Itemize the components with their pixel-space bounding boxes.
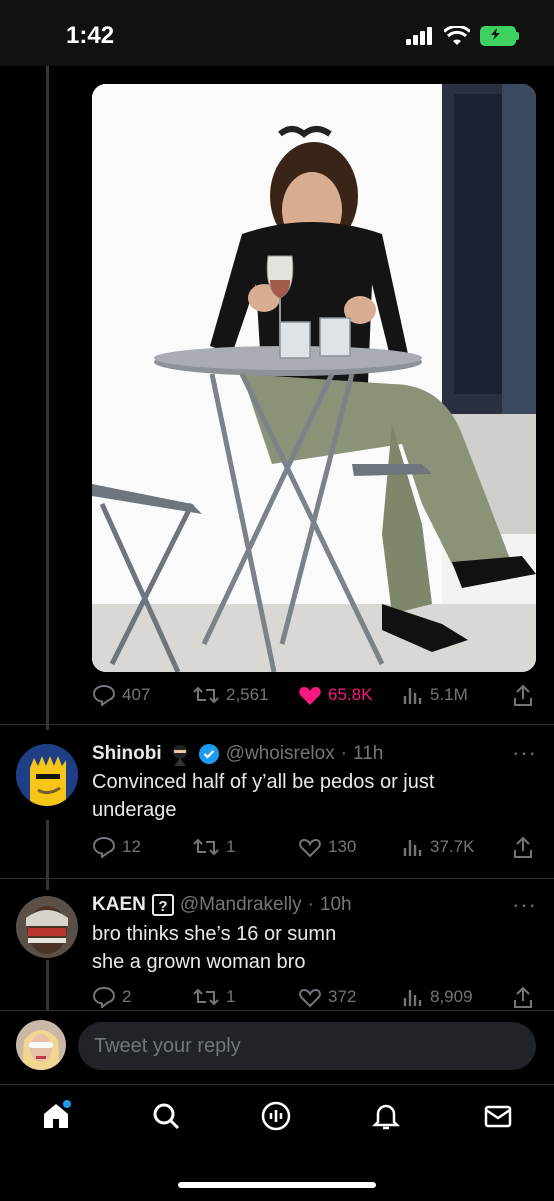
home-indicator xyxy=(178,1182,376,1188)
share-icon xyxy=(514,684,532,706)
tweet-photo[interactable] xyxy=(92,84,536,672)
home-icon xyxy=(44,1100,71,1128)
reply-icon xyxy=(92,986,116,1008)
wifi-icon xyxy=(444,26,470,45)
views-count: 8,909 xyxy=(430,987,473,1006)
cellular-signal-icon xyxy=(406,27,432,45)
reply-count: 407 xyxy=(122,685,151,704)
timestamp[interactable]: 11h xyxy=(353,743,383,765)
views-icon xyxy=(403,840,422,856)
status-time: 1:42 xyxy=(66,22,115,49)
heart-filled-icon xyxy=(299,687,321,705)
author-handle[interactable]: @whoisrelox xyxy=(226,743,335,765)
views-count: 37.7K xyxy=(430,837,475,856)
views-button[interactable]: 8,909 xyxy=(402,986,473,1008)
status-icons xyxy=(406,26,519,46)
retweet-icon xyxy=(193,686,219,704)
reply-header: Shinobi @whoisrelox · 11h xyxy=(92,742,383,766)
reply-text: Convinced half of y’all be pedos or just… xyxy=(92,768,532,824)
reply-button[interactable]: 2 xyxy=(92,986,131,1008)
notifications-icon xyxy=(371,1104,401,1130)
author-name[interactable]: KAEN xyxy=(92,894,146,916)
ninja-emoji-icon xyxy=(172,745,187,766)
avatar-image xyxy=(16,896,78,958)
dot-separator: · xyxy=(340,743,348,764)
like-count: 130 xyxy=(328,837,357,856)
reply-input[interactable]: Tweet your reply xyxy=(78,1022,536,1070)
retweet-count: 1 xyxy=(226,987,236,1006)
tab-messages[interactable] xyxy=(482,1100,514,1137)
reply-text-line: underage xyxy=(92,799,177,821)
messages-icon xyxy=(484,1105,512,1128)
dot-separator: · xyxy=(307,894,314,915)
tab-notifications[interactable] xyxy=(370,1100,402,1137)
tab-search[interactable] xyxy=(150,1100,182,1137)
like-button[interactable]: 65.8K xyxy=(298,684,372,706)
svg-text:?: ? xyxy=(158,898,167,915)
question-box-emoji-icon: ? xyxy=(151,894,174,916)
views-button[interactable]: 5.1M xyxy=(402,684,468,706)
views-button[interactable]: 37.7K xyxy=(402,836,474,858)
reply-text-line: she a grown woman bro xyxy=(92,951,306,973)
share-button[interactable] xyxy=(512,986,534,1010)
avatar[interactable] xyxy=(16,896,78,958)
reply-text: bro thinks she’s 16 or sumn she a grown … xyxy=(92,920,532,976)
divider xyxy=(0,724,554,725)
timestamp[interactable]: 10h xyxy=(320,894,352,916)
reply-count: 12 xyxy=(122,837,141,856)
retweet-button[interactable]: 1 xyxy=(192,836,235,858)
tab-spaces[interactable] xyxy=(260,1100,292,1137)
spaces-icon xyxy=(261,1101,291,1131)
avatar-image xyxy=(16,744,78,806)
verified-badge-icon xyxy=(198,744,219,764)
retweet-count: 1 xyxy=(226,837,236,856)
thread-line xyxy=(46,960,49,1010)
status-bar: 1:42 xyxy=(0,0,554,66)
divider xyxy=(0,878,554,879)
author-handle[interactable]: @Mandrakelly xyxy=(180,894,302,916)
views-count: 5.1M xyxy=(430,685,468,704)
reply-text-line: bro thinks she’s 16 or sumn xyxy=(92,923,337,945)
views-icon xyxy=(403,688,422,704)
share-button[interactable] xyxy=(512,684,534,708)
battery-charging-icon xyxy=(480,26,519,46)
heart-icon xyxy=(299,988,321,1008)
retweet-button[interactable]: 1 xyxy=(192,986,235,1008)
reply-text-line: Convinced half of y’all be pedos or just xyxy=(92,771,435,793)
share-button[interactable] xyxy=(512,836,534,860)
like-count: 372 xyxy=(328,987,357,1006)
search-icon xyxy=(153,1103,180,1130)
share-icon xyxy=(514,986,532,1008)
more-options-icon[interactable]: ··· xyxy=(512,892,537,918)
reply-button[interactable]: 12 xyxy=(92,836,141,858)
my-avatar[interactable] xyxy=(16,1020,66,1070)
retweet-icon xyxy=(193,988,219,1006)
reply-header: KAEN ? @Mandrakelly · 10h xyxy=(92,894,352,916)
more-options-icon[interactable]: ··· xyxy=(512,740,537,766)
reply-icon xyxy=(92,836,116,858)
retweet-count: 2,561 xyxy=(226,685,269,704)
share-icon xyxy=(514,836,532,858)
like-button[interactable]: 130 xyxy=(298,836,356,858)
like-count: 65.8K xyxy=(328,685,373,704)
thread-line xyxy=(46,66,49,730)
reply-icon xyxy=(92,684,116,706)
thread-line xyxy=(46,820,49,890)
my-avatar-image xyxy=(16,1020,66,1070)
heart-icon xyxy=(299,838,321,858)
avatar[interactable] xyxy=(16,744,78,806)
reply-count: 2 xyxy=(122,987,132,1006)
photo-image xyxy=(92,84,536,672)
retweet-icon xyxy=(193,838,219,856)
views-icon xyxy=(403,990,422,1006)
tab-home[interactable] xyxy=(40,1100,72,1137)
author-name[interactable]: Shinobi xyxy=(92,743,162,765)
retweet-button[interactable]: 2,561 xyxy=(192,684,269,706)
like-button[interactable]: 372 xyxy=(298,986,356,1008)
reply-button[interactable]: 407 xyxy=(92,684,150,706)
